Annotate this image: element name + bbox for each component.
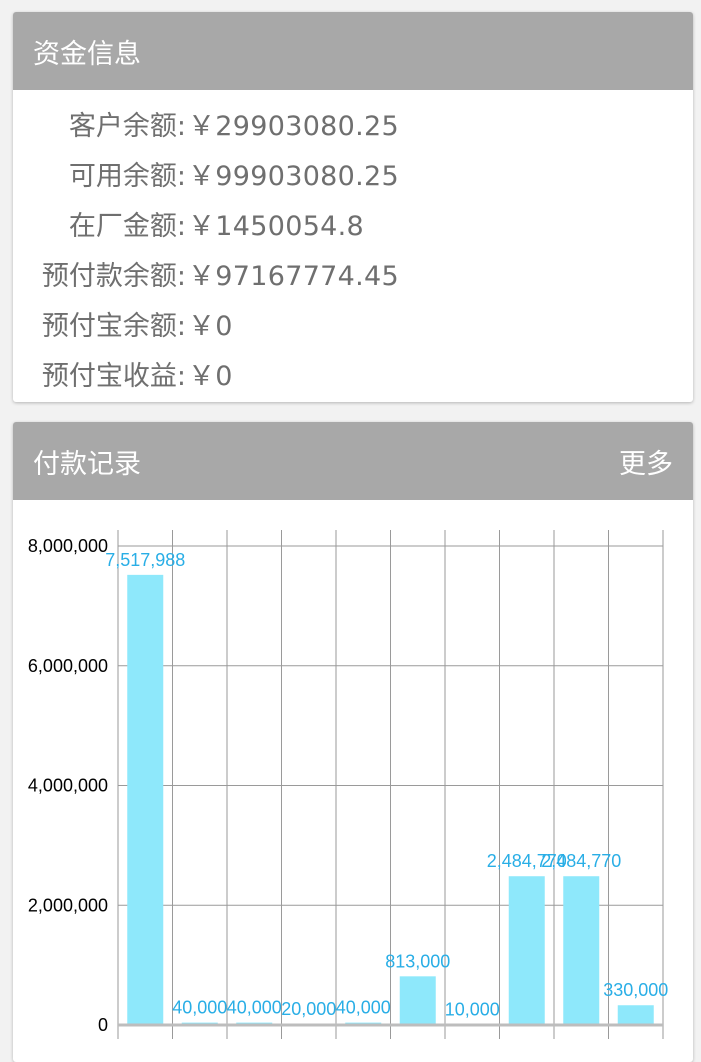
bar-data-label: 813,000 bbox=[385, 951, 450, 971]
bar-data-label: 40,000 bbox=[227, 998, 282, 1018]
y-tick-label: 6,000,000 bbox=[28, 656, 108, 676]
funds-header: 资金信息 bbox=[13, 12, 693, 90]
payments-card: 付款记录 更多 0 2,000,000 4,000,000 6,000,000 8,00… bbox=[13, 422, 693, 1062]
info-label: 预付款余额: bbox=[41, 260, 186, 292]
info-row-yufubao-balance: 预付宝余额: ￥0 bbox=[13, 298, 693, 348]
info-row-customer-balance: 客户余额: ￥29903080.25 bbox=[13, 98, 693, 148]
funds-card: 资金信息 客户余额: ￥29903080.25 可用余额: ￥99903080.… bbox=[13, 12, 693, 402]
bar-data-label: 40,000 bbox=[172, 998, 227, 1018]
y-tick-label: 2,000,000 bbox=[28, 895, 108, 915]
chart-bar bbox=[563, 876, 600, 1025]
chart-bar bbox=[127, 574, 164, 1025]
info-value: ￥0 bbox=[188, 360, 233, 392]
y-tick-label: 0 bbox=[98, 1015, 108, 1035]
info-value: ￥97167774.45 bbox=[188, 260, 399, 292]
info-row-prepayment-balance: 预付款余额: ￥97167774.45 bbox=[13, 248, 693, 298]
chart-bar bbox=[617, 1005, 654, 1025]
payments-bar-chart: 0 2,000,000 4,000,000 6,000,000 8,000,000 7,… bbox=[28, 530, 668, 1039]
funds-title: 资金信息 bbox=[33, 38, 141, 70]
bar-data-label: 40,000 bbox=[336, 998, 391, 1018]
bar-data-label: 2,484,770 bbox=[541, 851, 621, 871]
info-row-yufubao-earnings: 预付宝收益: ￥0 bbox=[13, 348, 693, 398]
bar-data-label: 7,517,988 bbox=[105, 550, 185, 570]
info-label: 在厂金额: bbox=[68, 210, 186, 242]
info-value: ￥0 bbox=[188, 310, 233, 342]
info-value: ￥1450054.8 bbox=[188, 210, 365, 242]
info-value: ￥29903080.25 bbox=[188, 110, 399, 142]
info-row-in-factory-amount: 在厂金额: ￥1450054.8 bbox=[13, 198, 693, 248]
info-label: 预付宝收益: bbox=[41, 360, 186, 392]
info-value: ￥99903080.25 bbox=[188, 160, 399, 192]
chart-bar bbox=[508, 876, 545, 1025]
bar-data-label: 20,000 bbox=[281, 999, 336, 1019]
y-tick-label: 8,000,000 bbox=[28, 536, 108, 556]
chart-bar bbox=[399, 976, 436, 1025]
info-label: 预付宝余额: bbox=[41, 310, 186, 342]
funds-info-list: 客户余额: ￥29903080.25 可用余额: ￥99903080.25 在厂… bbox=[13, 90, 693, 398]
info-label: 可用余额: bbox=[68, 160, 186, 192]
info-label: 客户余额: bbox=[68, 110, 186, 142]
bar-data-label: 330,000 bbox=[603, 980, 668, 1000]
info-row-available-balance: 可用余额: ￥99903080.25 bbox=[13, 148, 693, 198]
y-tick-label: 4,000,000 bbox=[28, 776, 108, 796]
bar-data-label: 10,000 bbox=[445, 999, 500, 1019]
